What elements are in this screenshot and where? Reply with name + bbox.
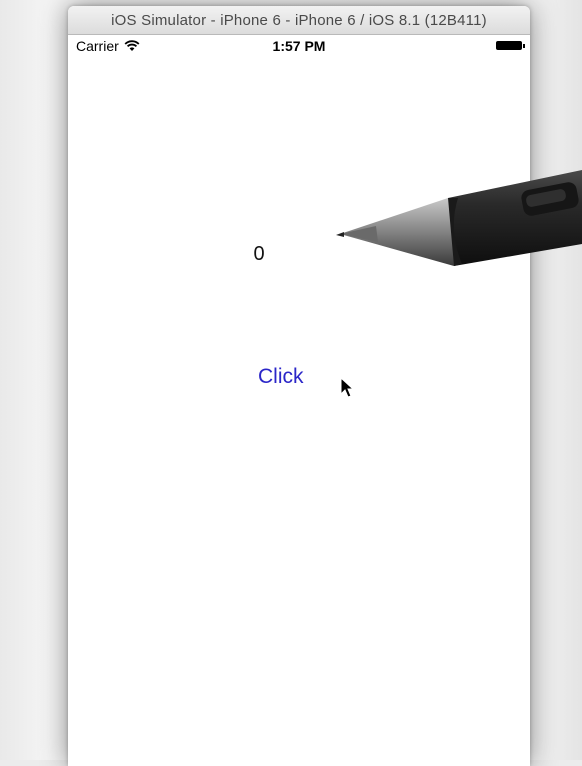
iphone-screen: Carrier 1:57 PM 0 Click — [68, 35, 530, 766]
counter-label: 0 — [253, 243, 265, 265]
window-title: iOS Simulator - iPhone 6 - iPhone 6 / iO… — [111, 11, 487, 29]
battery-icon — [496, 41, 525, 50]
click-button[interactable]: Click — [258, 362, 322, 392]
simulator-window: iOS Simulator - iPhone 6 - iPhone 6 / iO… — [68, 6, 530, 766]
stylus-pen-image — [336, 170, 582, 266]
window-titlebar[interactable]: iOS Simulator - iPhone 6 - iPhone 6 / iO… — [68, 6, 530, 35]
status-bar: Carrier 1:57 PM — [68, 35, 530, 57]
status-time: 1:57 PM — [272, 38, 326, 54]
arrow-cursor-icon — [340, 377, 354, 398]
